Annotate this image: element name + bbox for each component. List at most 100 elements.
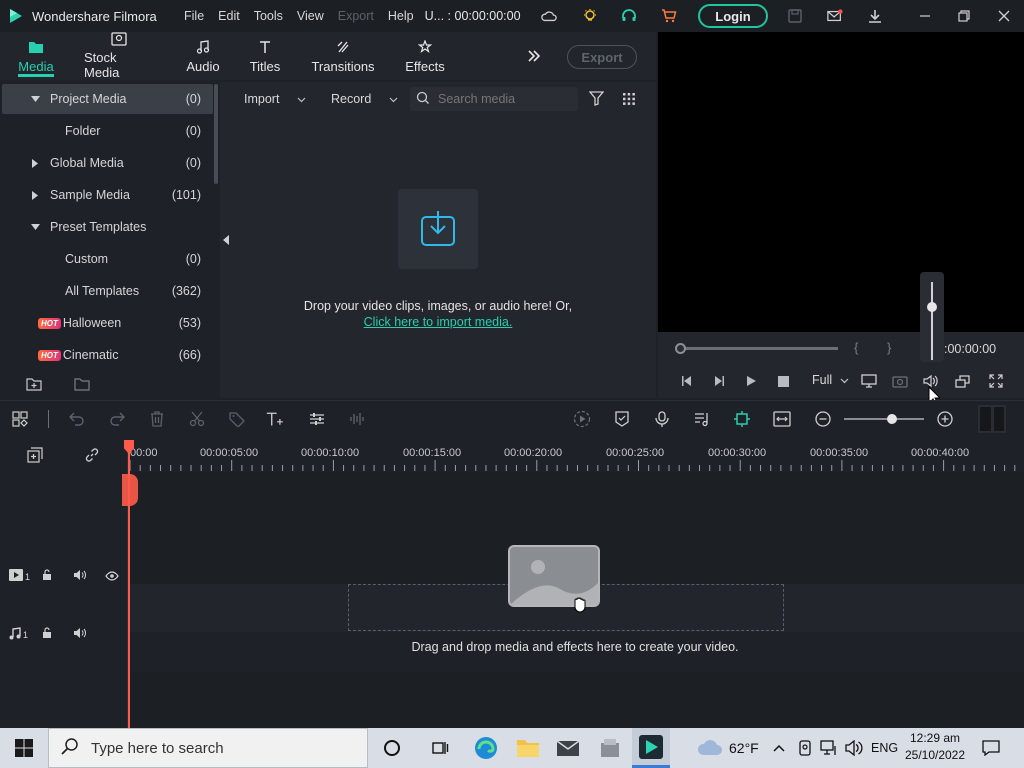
menu-view[interactable]: View bbox=[290, 9, 331, 23]
tab-transitions[interactable]: Transitions bbox=[311, 32, 375, 80]
sidebar-item-folder[interactable]: Folder (0) bbox=[2, 116, 213, 146]
track-volume-icon[interactable] bbox=[73, 627, 87, 642]
adjust-icon[interactable] bbox=[308, 410, 326, 428]
chevron-up-icon[interactable] bbox=[773, 742, 785, 756]
speaker-icon[interactable] bbox=[845, 739, 863, 759]
tag-icon[interactable] bbox=[228, 410, 246, 428]
headset-icon[interactable] bbox=[621, 8, 637, 24]
cut-icon[interactable] bbox=[188, 410, 206, 428]
prev-frame-icon[interactable] bbox=[679, 373, 695, 389]
edge-browser-icon[interactable] bbox=[474, 736, 498, 763]
weather-cloud-icon[interactable] bbox=[697, 739, 723, 760]
crop-icon[interactable] bbox=[955, 373, 971, 389]
sidebar-item-cinematic[interactable]: HOT Cinematic (66) bbox=[2, 340, 213, 370]
fit-timeline-icon[interactable] bbox=[773, 410, 791, 428]
import-media-link[interactable]: Click here to import media. bbox=[220, 315, 656, 329]
download-icon[interactable] bbox=[867, 8, 883, 24]
language-indicator[interactable]: ENG bbox=[871, 741, 898, 755]
search-box[interactable] bbox=[410, 87, 578, 111]
menu-file[interactable]: File bbox=[177, 9, 211, 23]
app-installer-icon[interactable] bbox=[598, 737, 622, 762]
bulb-icon[interactable] bbox=[582, 8, 598, 24]
zoom-in-icon[interactable] bbox=[936, 410, 954, 428]
lock-icon[interactable] bbox=[41, 627, 53, 642]
snapshot-icon[interactable] bbox=[892, 373, 908, 389]
filter-icon[interactable] bbox=[588, 91, 605, 109]
sidebar-item-custom[interactable]: Custom (0) bbox=[2, 244, 213, 274]
caret-down-icon[interactable] bbox=[30, 222, 40, 232]
restore-icon[interactable] bbox=[954, 6, 974, 26]
login-button[interactable]: Login bbox=[698, 4, 768, 28]
render-icon[interactable] bbox=[573, 410, 591, 428]
notifications-icon[interactable] bbox=[982, 740, 1000, 759]
lock-icon[interactable] bbox=[41, 569, 53, 584]
panel-layout-toggle[interactable] bbox=[978, 405, 1006, 433]
redo-icon[interactable] bbox=[108, 410, 126, 428]
menu-edit[interactable]: Edit bbox=[211, 9, 247, 23]
caret-right-icon[interactable] bbox=[30, 158, 40, 168]
record-dropdown[interactable]: Record bbox=[331, 88, 398, 110]
sidebar-item-project-media[interactable]: Project Media (0) bbox=[2, 84, 213, 114]
play-icon[interactable] bbox=[743, 373, 759, 389]
eye-icon[interactable] bbox=[105, 570, 119, 584]
fullscreen-icon[interactable] bbox=[988, 373, 1004, 389]
tab-audio[interactable]: Audio bbox=[185, 32, 221, 80]
save-icon[interactable] bbox=[787, 8, 803, 24]
mail-app-icon[interactable] bbox=[556, 738, 580, 761]
search-input[interactable] bbox=[438, 92, 568, 106]
volume-slider-handle[interactable] bbox=[927, 302, 937, 312]
caret-right-icon[interactable] bbox=[30, 190, 40, 200]
add-track-icon[interactable] bbox=[27, 447, 43, 466]
add-text-icon[interactable] bbox=[266, 410, 284, 428]
cart-icon[interactable] bbox=[661, 8, 677, 24]
weather-temp[interactable]: 62°F bbox=[729, 740, 759, 756]
cloud-icon[interactable] bbox=[541, 8, 557, 24]
more-tabs-icon[interactable] bbox=[526, 48, 542, 67]
menu-export[interactable]: Export bbox=[331, 9, 381, 23]
timeline-ruler[interactable]: 00:00 00:00:05:00 00:00:10:00 00:00:15:0… bbox=[128, 440, 1024, 472]
import-drop-target[interactable] bbox=[398, 189, 478, 269]
microphone-icon[interactable] bbox=[653, 410, 671, 428]
zoom-slider-handle[interactable] bbox=[887, 414, 897, 424]
tab-media[interactable]: Media bbox=[18, 32, 54, 80]
track-volume-icon[interactable] bbox=[73, 569, 87, 584]
windows-start-icon[interactable] bbox=[15, 739, 33, 760]
sidebar-item-all-templates[interactable]: All Templates (362) bbox=[2, 276, 213, 306]
sidebar-item-preset-templates[interactable]: Preset Templates bbox=[2, 212, 213, 242]
audio-mix-icon[interactable] bbox=[693, 410, 711, 428]
layout-icon[interactable] bbox=[11, 410, 29, 428]
mark-out-icon[interactable]: } bbox=[887, 340, 891, 355]
meet-now-icon[interactable] bbox=[798, 740, 812, 759]
sidebar-item-sample-media[interactable]: Sample Media (101) bbox=[2, 180, 213, 210]
marker-icon[interactable] bbox=[613, 410, 631, 428]
zoom-out-icon[interactable] bbox=[814, 410, 832, 428]
stop-icon[interactable] bbox=[775, 373, 791, 389]
caret-down-icon[interactable] bbox=[30, 94, 40, 104]
cortana-icon[interactable] bbox=[383, 739, 401, 760]
sidebar-scrollbar[interactable] bbox=[214, 84, 218, 184]
snap-icon[interactable] bbox=[733, 410, 751, 428]
link-icon[interactable] bbox=[84, 447, 100, 466]
task-view-icon[interactable] bbox=[431, 739, 449, 760]
minimize-icon[interactable] bbox=[915, 6, 935, 26]
new-folder-icon[interactable] bbox=[26, 377, 42, 394]
playhead-marker[interactable] bbox=[122, 474, 138, 506]
collapse-panel-icon[interactable] bbox=[222, 234, 230, 248]
export-button[interactable]: Export bbox=[567, 45, 637, 69]
menu-help[interactable]: Help bbox=[381, 9, 421, 23]
taskbar-search-box[interactable]: Type here to search bbox=[48, 728, 368, 768]
sidebar-item-halloween[interactable]: HOT Halloween (53) bbox=[2, 308, 213, 338]
tab-titles[interactable]: Titles bbox=[249, 32, 281, 80]
undo-icon[interactable] bbox=[68, 410, 86, 428]
sidebar-item-global-media[interactable]: Global Media (0) bbox=[2, 148, 213, 178]
tab-effects[interactable]: Effects bbox=[404, 32, 446, 80]
volume-slider-track[interactable] bbox=[931, 282, 933, 360]
filmora-taskbar-button[interactable] bbox=[632, 728, 670, 768]
file-explorer-icon[interactable] bbox=[516, 737, 540, 762]
preview-progress-handle[interactable] bbox=[675, 343, 686, 354]
audio-wave-icon[interactable] bbox=[348, 410, 366, 428]
preview-progress-track[interactable] bbox=[680, 347, 838, 350]
delete-icon[interactable] bbox=[148, 410, 166, 428]
quality-dropdown[interactable]: Full bbox=[812, 373, 849, 387]
import-dropdown[interactable]: Import bbox=[244, 88, 306, 110]
